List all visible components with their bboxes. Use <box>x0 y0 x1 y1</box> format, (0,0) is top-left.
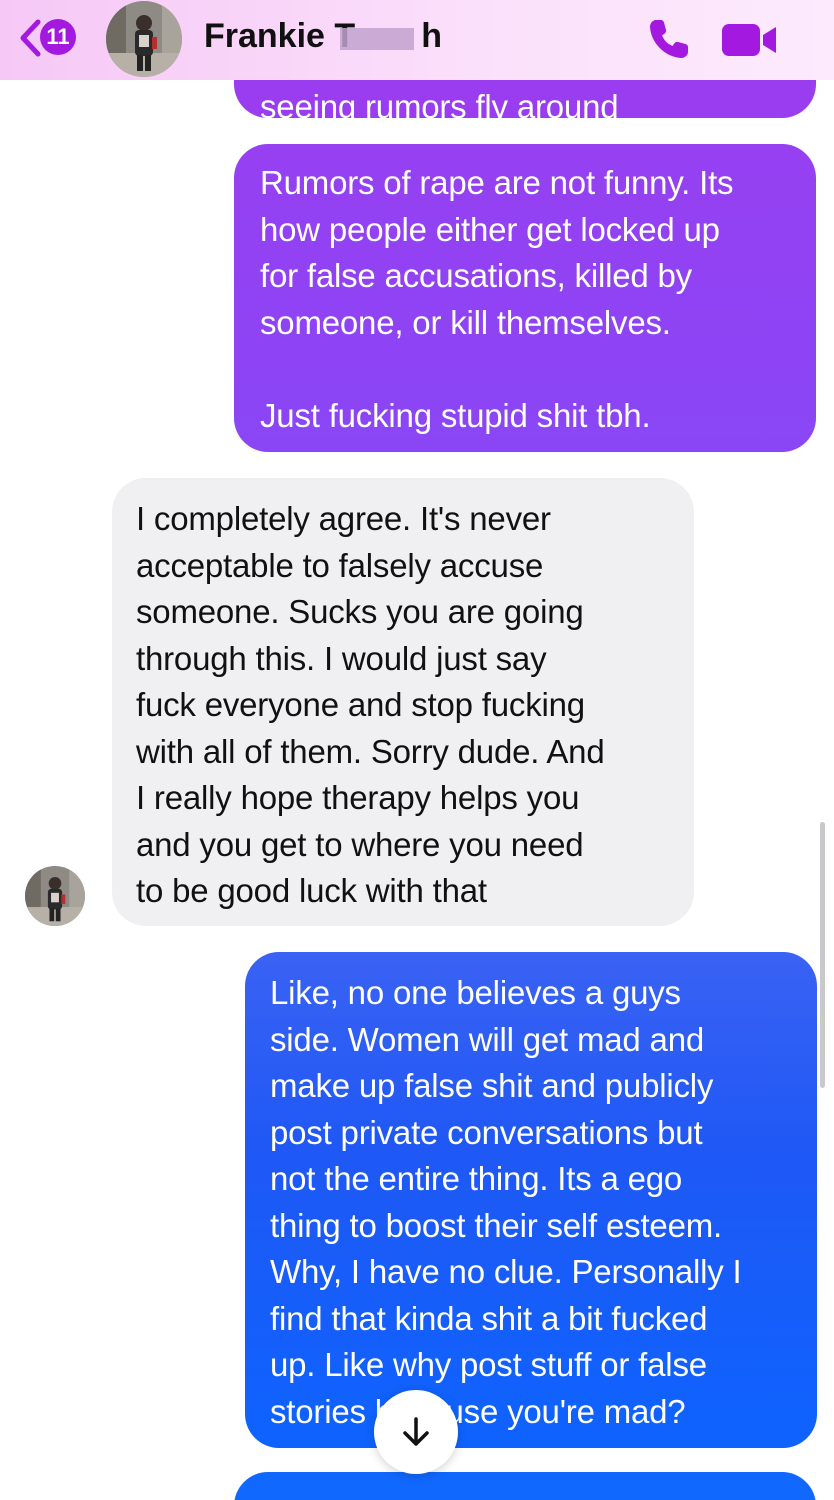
contact-avatar[interactable] <box>106 1 182 77</box>
name-redaction <box>340 28 414 50</box>
message-bubble-sent[interactable]: Rumors of rape are not funny. Its how pe… <box>234 144 816 452</box>
video-call-button[interactable] <box>718 18 780 62</box>
sender-avatar[interactable] <box>25 866 85 926</box>
scrollbar[interactable] <box>820 822 825 1088</box>
video-camera-icon <box>722 24 776 56</box>
message-bubble-received[interactable]: I completely agree. It's never acceptabl… <box>112 478 694 926</box>
message-text: seeing rumors fly around <box>260 88 619 118</box>
message-bubble-sent[interactable]: Like, no one believes a guys side. Women… <box>245 952 817 1448</box>
arrow-down-icon <box>403 1417 429 1446</box>
phone-icon <box>650 20 688 58</box>
sender-photo <box>25 866 85 926</box>
voice-call-button[interactable] <box>644 14 694 64</box>
unread-count-badge: 11 <box>40 19 76 55</box>
scroll-to-bottom-button[interactable] <box>374 1390 458 1474</box>
back-button[interactable]: 11 <box>18 16 98 60</box>
contact-photo <box>106 1 182 77</box>
messenger-chat-screen: 11 Frankie T h seeing rumors fly around … <box>0 0 834 1500</box>
chat-header: 11 Frankie T h <box>0 0 834 80</box>
message-bubble-sent-partial[interactable] <box>234 1472 816 1500</box>
